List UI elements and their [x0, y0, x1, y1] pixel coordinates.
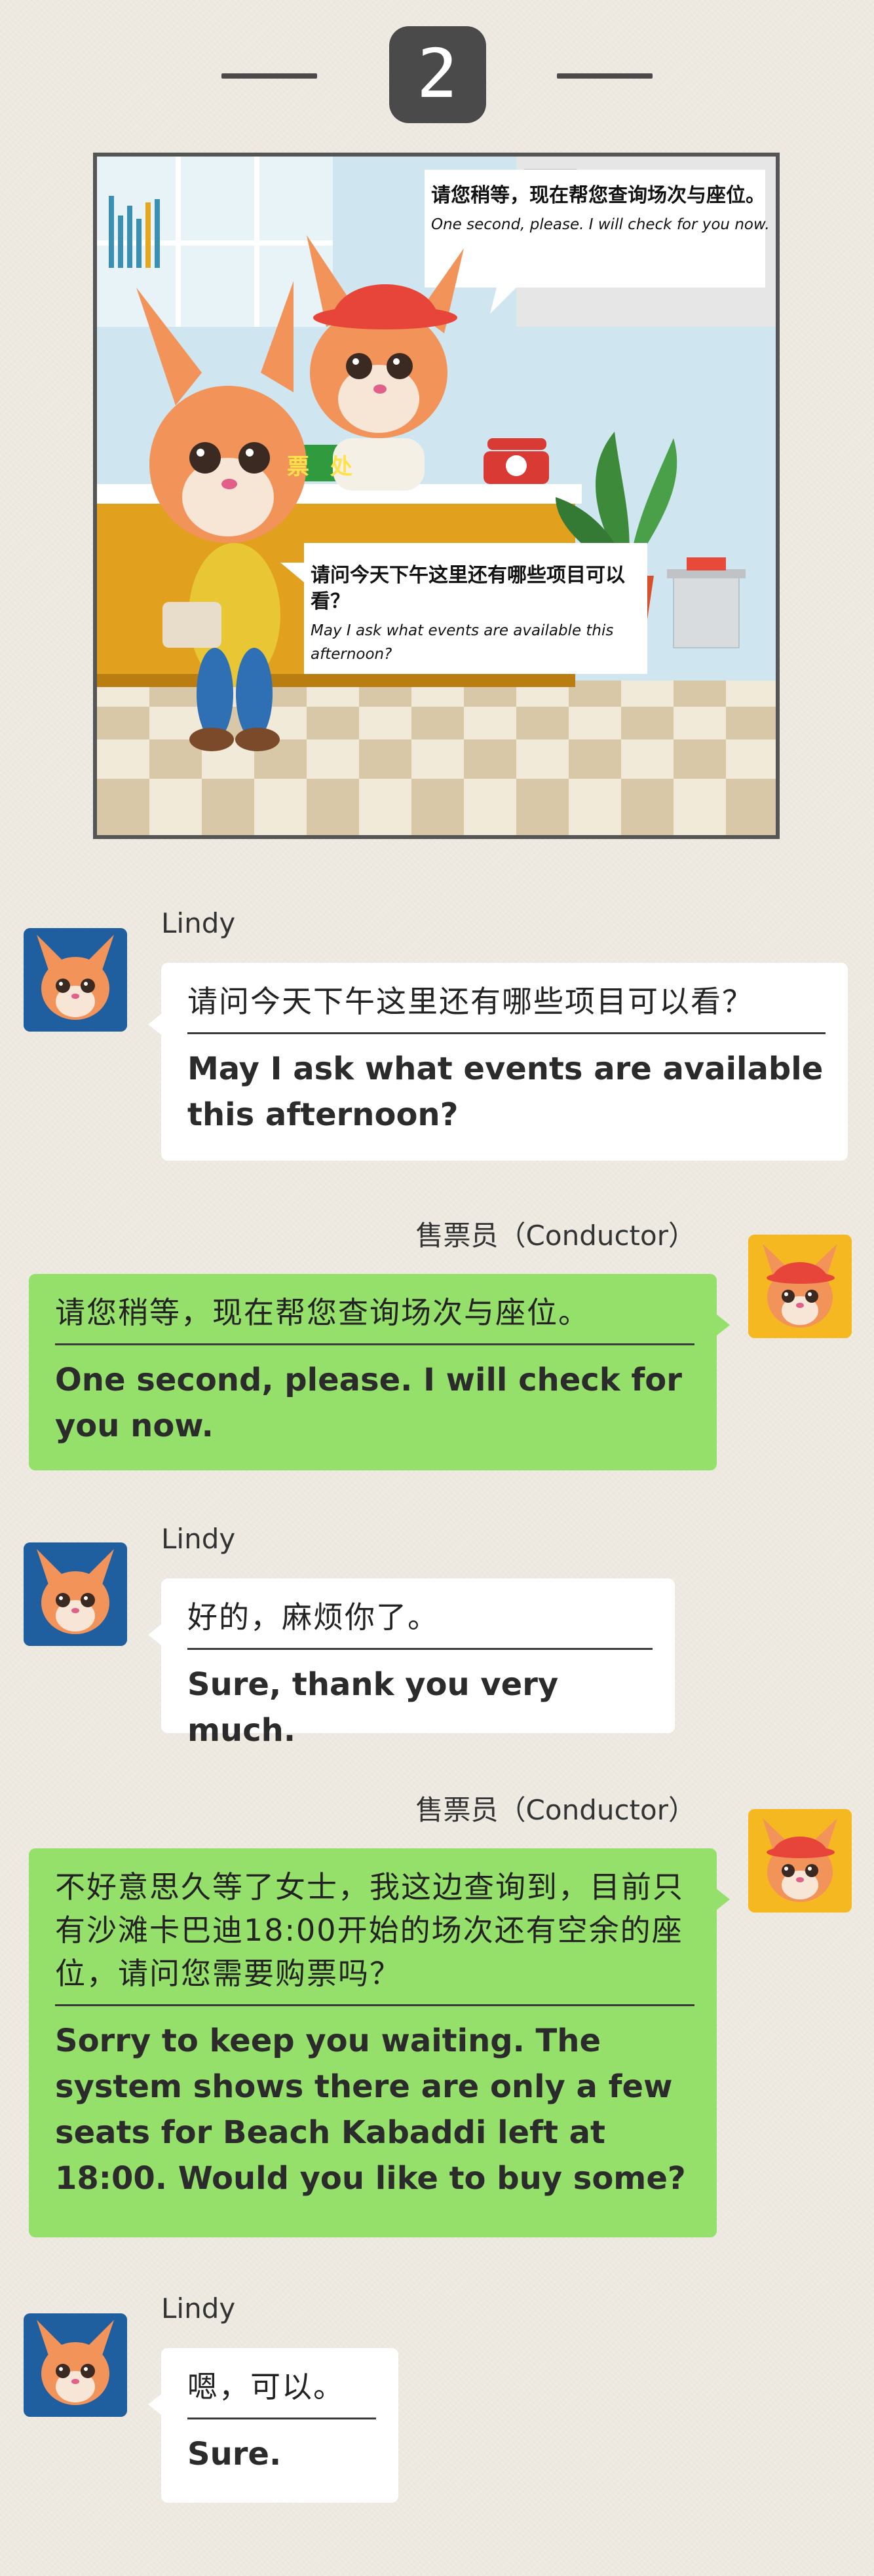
speech-bubble-zh: 请问今天下午这里还有哪些项目可以看？	[311, 564, 625, 613]
lindy-avatar-image	[24, 2313, 127, 2417]
speaker-name: 售票员（Conductor）	[415, 1220, 696, 1252]
ticket-office-scene	[97, 157, 776, 835]
speech-bubble-conductor: 请您稍等，现在帮您查询场次与座位。 One second, please. I …	[431, 183, 772, 236]
message-text-en: May I ask what events are available this…	[187, 1051, 824, 1133]
header-left-dash	[221, 73, 317, 79]
message-text-zh: 请您稍等，现在帮您查询场次与座位。	[55, 1295, 590, 1330]
lindy-avatar	[24, 1542, 127, 1646]
comic-illustration: 票 处 请您稍等，现在帮您查询场次与座位。 One second, please…	[93, 153, 780, 839]
bubble-tail	[717, 1315, 730, 1335]
conductor-avatar-image	[748, 1809, 852, 1913]
message-text-zh: 请问今天下午这里还有哪些项目可以看？	[187, 984, 753, 1019]
bubble-tail	[148, 1624, 161, 1645]
bubble-tail	[148, 2394, 161, 2415]
bubble-divider	[55, 2004, 694, 2006]
bubble-tail	[717, 1889, 730, 1910]
step-badge: 2	[389, 26, 486, 123]
lindy-avatar-image	[24, 1542, 127, 1646]
speaker-name: Lindy	[161, 1523, 236, 1555]
message-bubble: 好的，麻烦你了。 Sure, thank you very much.	[161, 1578, 675, 1749]
message-bubble: 请问今天下午这里还有哪些项目可以看？ May I ask what events…	[161, 963, 848, 1161]
message-text-en: Sure.	[187, 2436, 282, 2473]
ticket-sign-label: 票 处	[287, 454, 359, 480]
bubble-divider	[55, 1343, 694, 1345]
speaker-name: Lindy	[161, 2292, 236, 2324]
lindy-avatar	[24, 2313, 127, 2417]
message-text-en: One second, please. I will check for you…	[55, 1362, 682, 1444]
lindy-avatar-image	[24, 928, 127, 1032]
bubble-tail	[148, 1014, 161, 1035]
message-text-en: Sure, thank you very much.	[187, 1666, 559, 1749]
conductor-avatar	[748, 1809, 852, 1913]
speech-bubble-zh: 请您稍等，现在帮您查询场次与座位。	[431, 184, 765, 207]
bubble-divider	[187, 2417, 376, 2419]
message-bubble: 请您稍等，现在帮您查询场次与座位。 One second, please. I …	[29, 1274, 717, 1470]
message-bubble: 嗯，可以。 Sure.	[161, 2348, 398, 2503]
speech-bubble-en: One second, please. I will check for you…	[431, 216, 770, 233]
message-text-en: Sorry to keep you waiting. The system sh…	[55, 2023, 686, 2197]
message-text-zh: 嗯，可以。	[187, 2369, 345, 2404]
bubble-divider	[187, 1648, 653, 1650]
conductor-avatar-image	[748, 1235, 852, 1338]
bubble-divider	[187, 1032, 826, 1034]
speech-bubble-lindy: 请问今天下午这里还有哪些项目可以看？ May I ask what events…	[311, 563, 651, 666]
message-text-zh: 好的，麻烦你了。	[187, 1599, 439, 1635]
message-text-zh: 不好意思久等了女士，我这边查询到，目前只有沙滩卡巴迪18:00开始的场次还有空余…	[55, 1869, 684, 1991]
conductor-avatar	[748, 1235, 852, 1338]
lindy-avatar	[24, 928, 127, 1032]
message-bubble: 不好意思久等了女士，我这边查询到，目前只有沙滩卡巴迪18:00开始的场次还有空余…	[29, 1848, 717, 2237]
speaker-name: Lindy	[161, 907, 236, 939]
speech-bubble-en: May I ask what events are available this…	[311, 622, 614, 663]
step-number: 2	[415, 33, 460, 115]
header-right-dash	[557, 73, 653, 79]
speaker-name: 售票员（Conductor）	[415, 1794, 696, 1826]
